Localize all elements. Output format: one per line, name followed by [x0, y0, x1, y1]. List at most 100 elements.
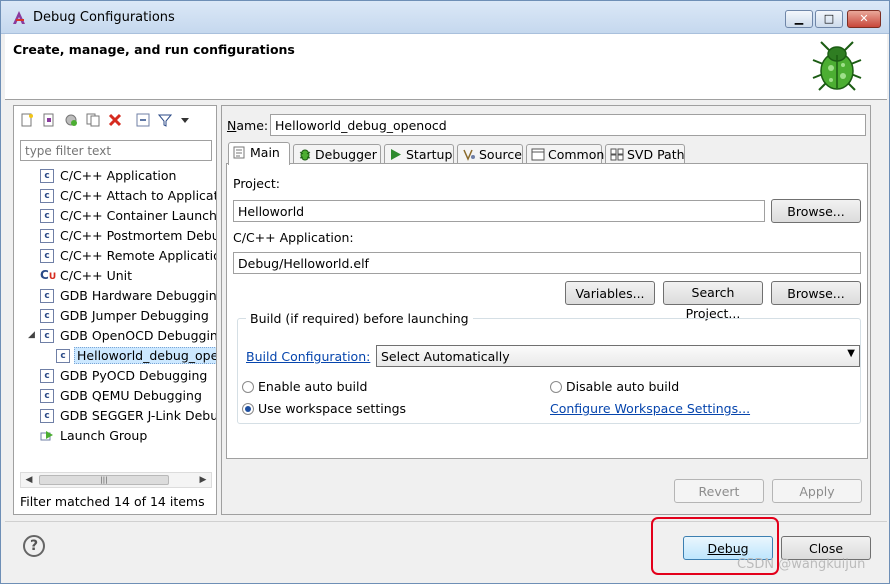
expand-arrow-icon[interactable]: ◢ — [28, 330, 35, 340]
c-config-icon: c — [40, 209, 54, 223]
tree-item-gdb-segger[interactable]: c GDB SEGGER J-Link Debu — [14, 406, 216, 426]
new-prototype-icon[interactable] — [40, 111, 58, 129]
tree-item-label: GDB Hardware Debugging — [60, 288, 216, 303]
maximize-button[interactable]: □ — [815, 10, 843, 28]
tree-horizontal-scrollbar[interactable]: ◀ ||| ▶ — [20, 472, 212, 488]
help-button[interactable]: ? — [23, 535, 45, 557]
tab-label: SVD Path — [627, 147, 685, 162]
tree-item-label: C/C++ Unit — [60, 268, 133, 283]
enable-auto-build-radio[interactable] — [242, 381, 254, 393]
scroll-left-icon[interactable]: ◀ — [22, 474, 36, 486]
duplicate-configuration-icon[interactable] — [84, 111, 102, 129]
minimize-button[interactable]: ▁ — [785, 10, 813, 28]
disable-auto-build-label: Disable auto build — [566, 379, 680, 394]
configuration-name-input[interactable] — [270, 114, 866, 136]
tree-item-cpp-unit[interactable]: CU C/C++ Unit — [14, 266, 216, 286]
disable-auto-build-radio[interactable] — [550, 381, 562, 393]
tree-item-launch-group[interactable]: Launch Group — [14, 426, 216, 446]
tree-item-cpp-container[interactable]: c C/C++ Container Launche — [14, 206, 216, 226]
delete-configuration-icon[interactable] — [106, 111, 124, 129]
new-configuration-icon[interactable] — [18, 111, 36, 129]
chevron-down-icon[interactable] — [176, 111, 194, 129]
c-config-icon: c — [40, 369, 54, 383]
bug-icon — [299, 149, 311, 161]
c-config-icon: c — [56, 349, 70, 363]
configuration-tabs: Main Debugger Startup Source Common SVD … — [228, 142, 868, 165]
tab-debugger[interactable]: Debugger — [293, 144, 381, 164]
close-window-button[interactable]: ✕ — [847, 10, 881, 28]
c-config-icon: c — [40, 309, 54, 323]
c-config-icon: c — [40, 329, 54, 343]
tree-item-cpp-application[interactable]: c C/C++ Application — [14, 166, 216, 186]
project-input[interactable] — [233, 200, 765, 222]
c-config-icon: c — [40, 409, 54, 423]
collapse-all-icon[interactable] — [134, 111, 152, 129]
tree-item-label: Helloworld_debug_ope — [74, 347, 216, 364]
window-title: Debug Configurations — [33, 10, 175, 25]
header-banner: Create, manage, and run configurations — [5, 34, 887, 100]
tree-item-cpp-remote[interactable]: c C/C++ Remote Applicatio — [14, 246, 216, 266]
filter-input[interactable] — [20, 140, 212, 161]
tree-item-gdb-jumper[interactable]: c GDB Jumper Debugging — [14, 306, 216, 326]
filter-icon[interactable] — [156, 111, 174, 129]
tree-item-helloworld-debug[interactable]: c Helloworld_debug_ope — [14, 346, 216, 366]
tree-item-label: C/C++ Attach to Applicatio — [60, 188, 216, 203]
c-config-icon: c — [40, 249, 54, 263]
play-icon — [391, 149, 401, 160]
configure-workspace-settings-link[interactable]: Configure Workspace Settings... — [550, 401, 750, 416]
build-configuration-link[interactable]: Build Configuration: — [246, 349, 370, 364]
tree-item-label: GDB QEMU Debugging — [60, 388, 202, 403]
project-label: Project: — [233, 176, 280, 191]
configuration-tree-panel: c C/C++ Application c C/C++ Attach to Ap… — [13, 105, 217, 515]
build-group-title: Build (if required) before launching — [246, 311, 473, 326]
tab-label: Main — [250, 145, 280, 160]
cu-icon: CU — [40, 268, 57, 282]
tab-label: Startup — [406, 147, 453, 162]
title-bar: Debug Configurations ▁ □ ✕ — [1, 1, 889, 34]
scrollbar-thumb[interactable]: ||| — [39, 475, 169, 485]
tree-item-label: GDB PyOCD Debugging — [60, 368, 208, 383]
browse-application-button[interactable]: Browse... — [771, 281, 861, 305]
revert-button[interactable]: Revert — [674, 479, 764, 503]
c-config-icon: c — [40, 289, 54, 303]
c-config-icon: c — [40, 389, 54, 403]
build-configuration-select[interactable]: Select Automatically ▼ — [376, 345, 860, 367]
filter-status-text: Filter matched 14 of 14 items — [20, 494, 205, 509]
search-project-button[interactable]: Search Project... — [663, 281, 763, 321]
tree-item-label: Launch Group — [60, 428, 148, 443]
c-config-icon: c — [40, 229, 54, 243]
variables-button[interactable]: Variables... — [565, 281, 655, 305]
use-workspace-settings-radio[interactable] — [242, 403, 254, 415]
banner-headline: Create, manage, and run configurations — [13, 42, 295, 57]
source-icon — [463, 149, 475, 161]
application-input[interactable] — [233, 252, 861, 274]
browse-project-button[interactable]: Browse... — [771, 199, 861, 223]
export-configuration-icon[interactable] — [62, 111, 80, 129]
use-workspace-settings-label: Use workspace settings — [258, 401, 407, 416]
tab-label: Debugger — [315, 147, 377, 162]
apply-button[interactable]: Apply — [772, 479, 862, 503]
tree-item-gdb-openocd[interactable]: ◢ c GDB OpenOCD Debuggin — [14, 326, 216, 346]
tree-item-gdb-hardware[interactable]: c GDB Hardware Debugging — [14, 286, 216, 306]
tree-item-gdb-qemu[interactable]: c GDB QEMU Debugging — [14, 386, 216, 406]
scroll-right-icon[interactable]: ▶ — [196, 474, 210, 486]
tree-item-label: GDB Jumper Debugging — [60, 308, 209, 323]
configuration-editor: Name: Main Debugger Startup Source Commo… — [221, 105, 871, 515]
tree-toolbar — [18, 111, 214, 131]
launch-group-icon — [40, 430, 54, 442]
tree-item-cpp-attach[interactable]: c C/C++ Attach to Applicatio — [14, 186, 216, 206]
tab-svd-path[interactable]: SVD Path — [605, 144, 685, 164]
tab-common[interactable]: Common — [526, 144, 605, 164]
c-config-icon: c — [40, 169, 54, 183]
debug-bug-icon — [812, 41, 862, 91]
common-icon — [531, 148, 545, 161]
tree-item-cpp-postmortem[interactable]: c C/C++ Postmortem Debu — [14, 226, 216, 246]
tab-source[interactable]: Source — [457, 144, 523, 164]
tab-startup[interactable]: Startup — [384, 144, 454, 164]
tab-main[interactable]: Main — [228, 142, 290, 165]
main-tab-content: Project: Browse... C/C++ Application: Va… — [226, 163, 868, 459]
eclipse-logo-icon — [13, 11, 25, 24]
tree-item-gdb-pyocd[interactable]: c GDB PyOCD Debugging — [14, 366, 216, 386]
chevron-down-icon: ▼ — [847, 348, 855, 359]
tab-label: Common — [548, 147, 605, 162]
